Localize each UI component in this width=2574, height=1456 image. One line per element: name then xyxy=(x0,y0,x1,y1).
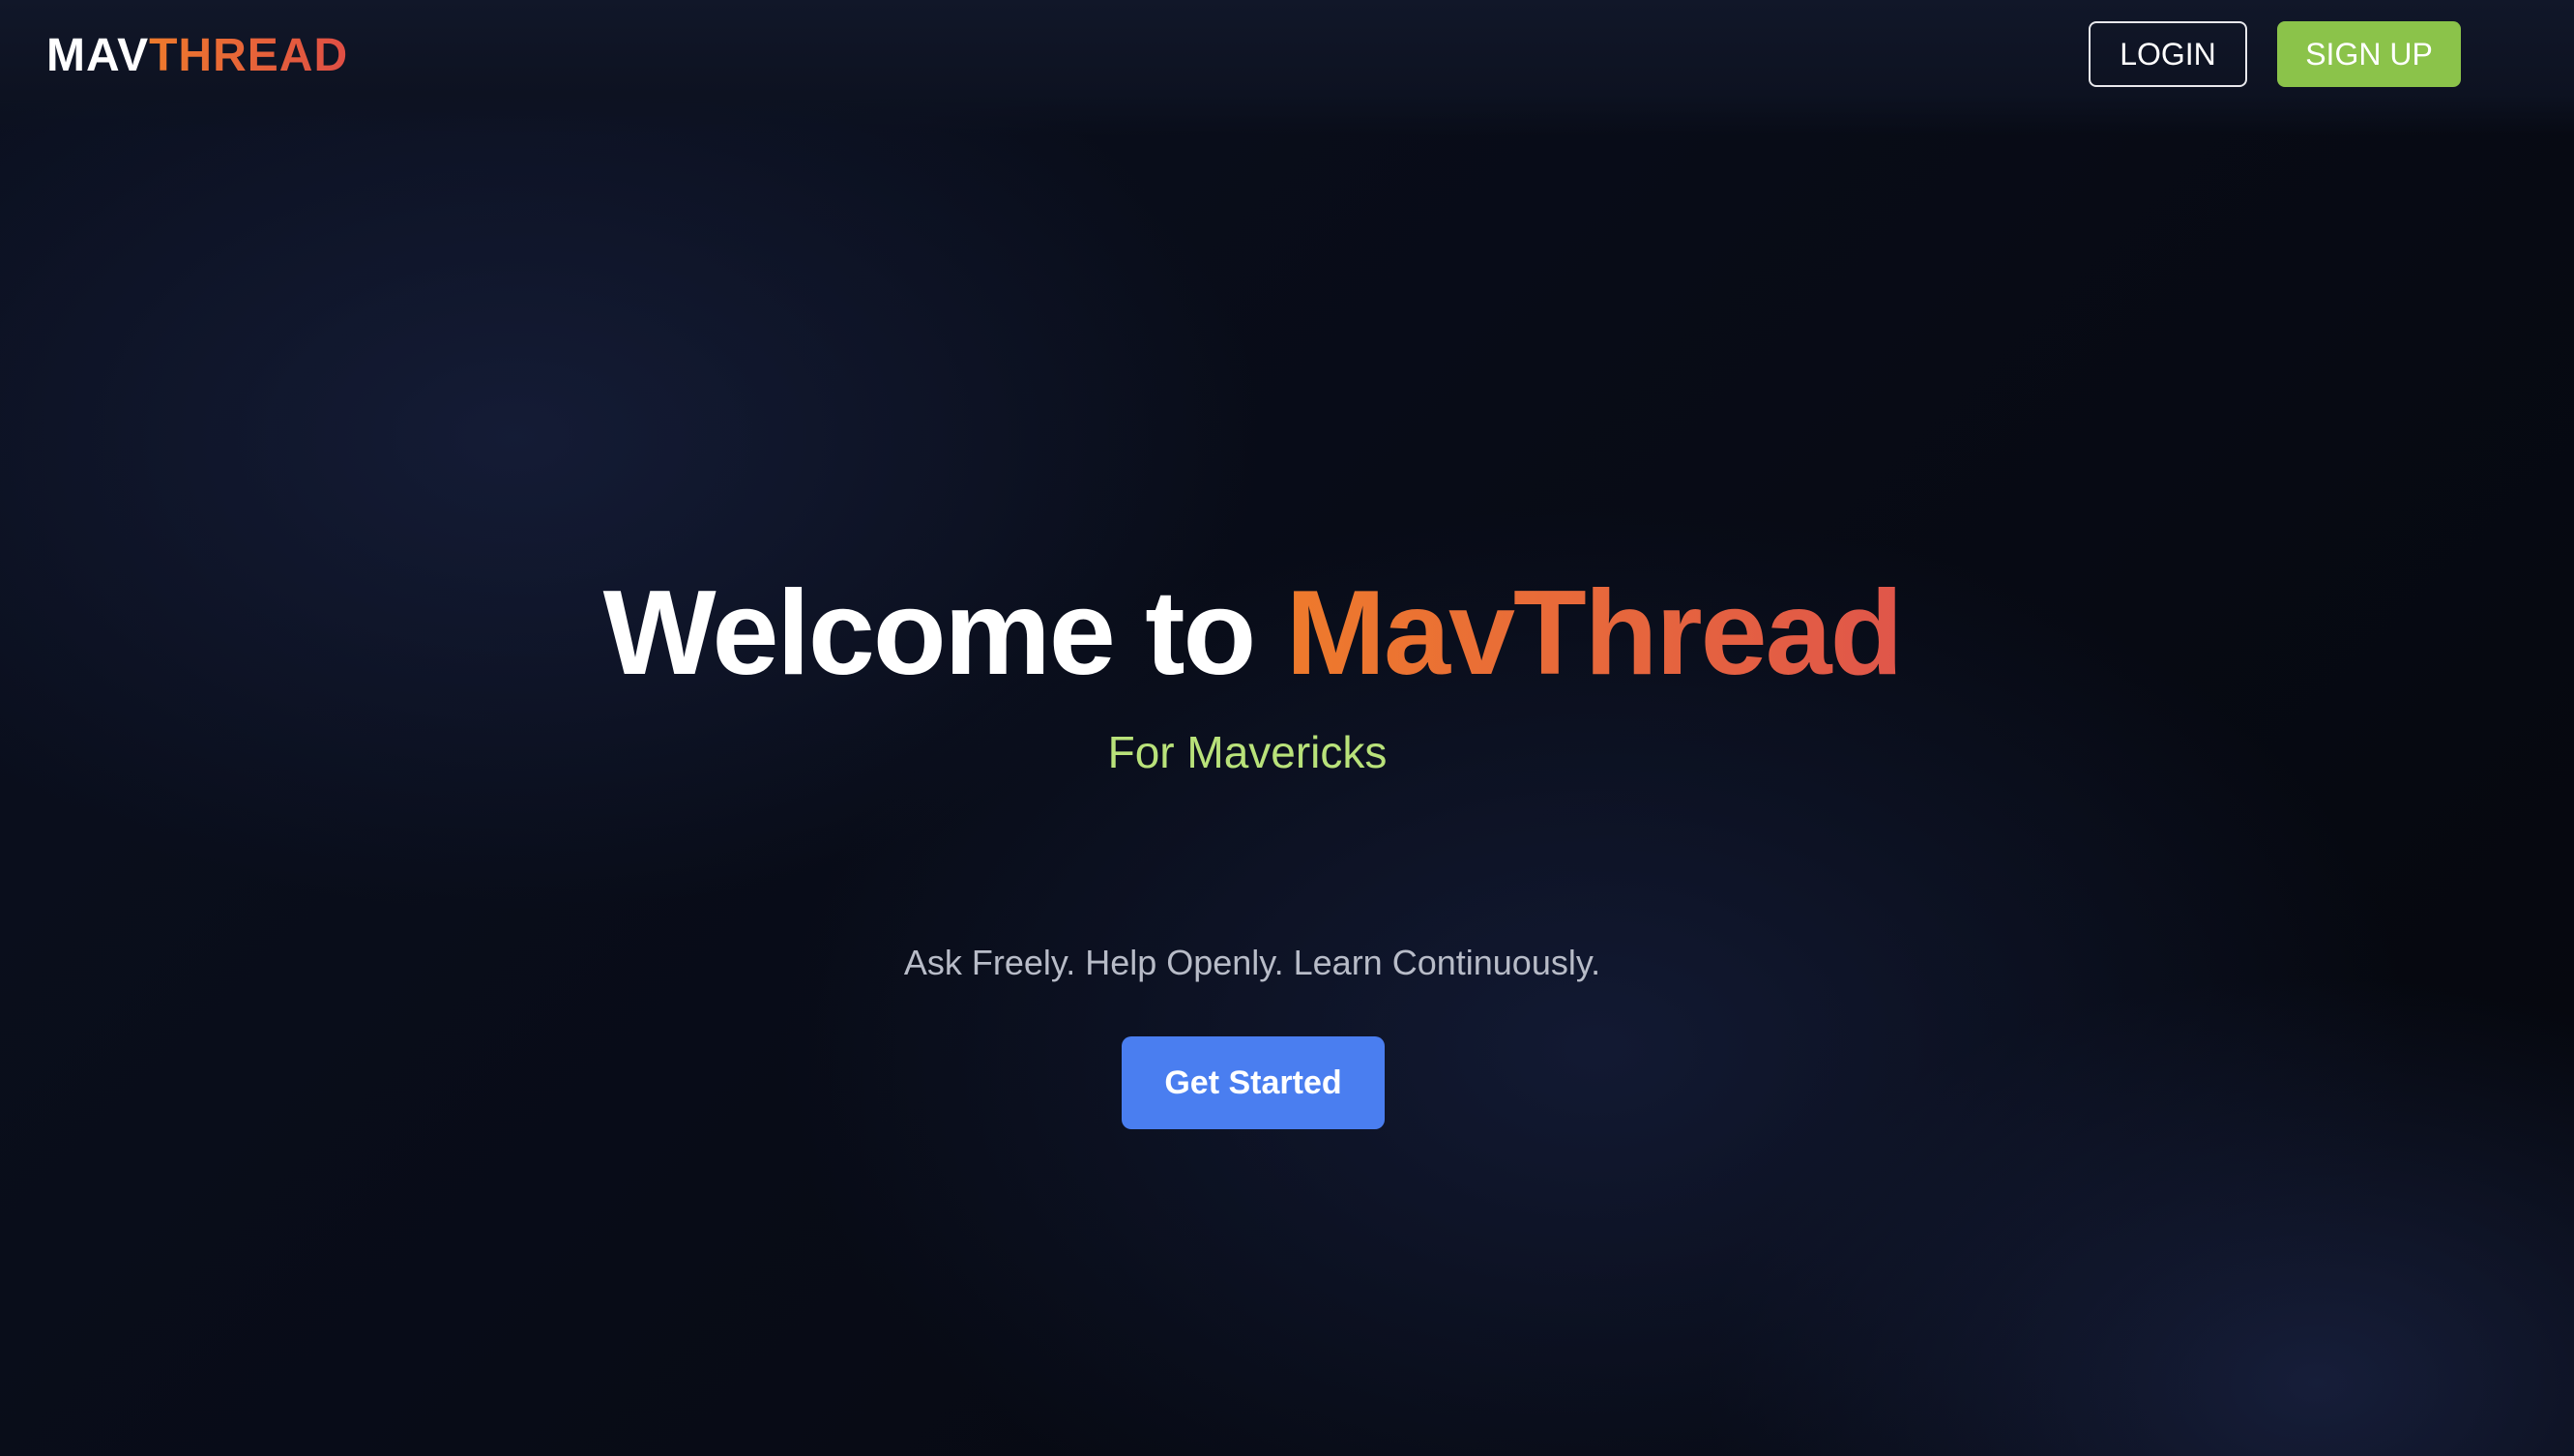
hero-tagline: Ask Freely. Help Openly. Learn Continuou… xyxy=(903,943,1601,982)
login-button[interactable]: LOGIN xyxy=(2089,21,2247,87)
signup-button[interactable]: SIGN UP xyxy=(2277,21,2461,87)
hero-title: Welcome to MavThread xyxy=(0,561,2504,706)
top-nav-bar: MAVTHREAD LOGIN SIGN UP xyxy=(0,0,2574,135)
logo-text-mav: MAV xyxy=(46,30,150,81)
hero-title-welcome: Welcome to xyxy=(602,567,1286,700)
brand-logo[interactable]: MAVTHREAD xyxy=(46,29,348,83)
hero-title-brand: MavThread xyxy=(1285,567,1904,700)
hero-subtitle: For Mavericks xyxy=(1107,727,1388,777)
logo-text-thread: THREAD xyxy=(149,30,349,81)
get-started-button[interactable]: Get Started xyxy=(1122,1036,1385,1129)
